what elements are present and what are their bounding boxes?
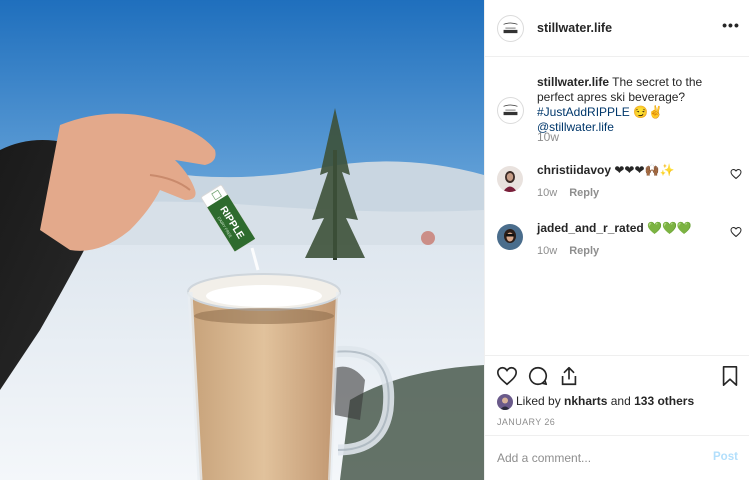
comment-bubble-icon[interactable] [527, 365, 549, 387]
stillwater-logo-icon [499, 99, 522, 122]
caption-text: stillwater.life The secret to the perfec… [537, 75, 742, 135]
commenter-avatar[interactable] [497, 166, 523, 192]
stillwater-logo-icon [499, 17, 522, 40]
caption-avatar[interactable] [497, 97, 524, 124]
comment-body: ❤❤❤🙌🏾✨ [611, 163, 675, 177]
more-options-icon[interactable]: ••• [721, 18, 741, 38]
comment-username[interactable]: jaded_and_r_rated [537, 221, 644, 235]
caption-hashtag[interactable]: #JustAddRIPPLE [537, 105, 630, 119]
profile-photo-icon [497, 224, 523, 250]
comment-time[interactable]: 10w [537, 187, 557, 199]
comment-username[interactable]: christiidavoy [537, 163, 611, 177]
comment-time[interactable]: 10w [537, 245, 557, 257]
commenter-avatar[interactable] [497, 224, 523, 250]
likes-others-link[interactable]: 133 others [634, 394, 694, 408]
profile-photo-icon [497, 166, 523, 192]
liker-username[interactable]: nkharts [564, 394, 607, 408]
liker-avatar[interactable] [497, 394, 513, 410]
comment-text: jaded_and_r_rated 💚💚💚 [537, 221, 692, 235]
likes-prefix: Liked by [516, 394, 565, 409]
like-comment-heart-icon[interactable] [730, 168, 742, 180]
post-comment-button[interactable]: Post [713, 451, 738, 463]
post-details-panel: stillwater.life ••• stillwater.life The … [484, 0, 749, 480]
comment-input[interactable] [497, 450, 697, 466]
post-photo[interactable]: RIPPLE DAIRY FREE [0, 0, 484, 480]
comment-item: jaded_and_r_rated 💚💚💚 10w Reply [485, 218, 749, 268]
like-comment-heart-icon[interactable] [730, 226, 742, 238]
add-comment-bar: Post [485, 435, 749, 480]
post-date[interactable]: JANUARY 26 [497, 417, 555, 427]
comment-text: christiidavoy ❤❤❤🙌🏾✨ [537, 163, 674, 177]
caption-emoji: 😏✌ [629, 105, 663, 119]
profile-photo-icon [497, 394, 513, 410]
share-icon[interactable] [558, 365, 580, 387]
photo-scene: RIPPLE DAIRY FREE [0, 0, 484, 480]
reply-button[interactable]: Reply [569, 245, 599, 257]
comment-body: 💚💚💚 [643, 221, 692, 235]
comment-meta: 10w Reply [537, 187, 599, 199]
like-heart-icon[interactable] [496, 365, 518, 387]
likes-middle: and [607, 394, 635, 409]
post-actions: Liked by nkharts and 133 others JANUARY … [485, 355, 749, 435]
likes-summary: Liked by nkharts and 133 others [497, 394, 694, 410]
author-avatar[interactable] [497, 15, 524, 42]
caption-username[interactable]: stillwater.life [537, 75, 609, 89]
post-header: stillwater.life ••• [485, 0, 749, 57]
caption-time[interactable]: 10w [537, 130, 559, 144]
reply-button[interactable]: Reply [569, 187, 599, 199]
save-bookmark-icon[interactable] [719, 365, 741, 387]
comment-item: christiidavoy ❤❤❤🙌🏾✨ 10w Reply [485, 160, 749, 210]
author-username[interactable]: stillwater.life [537, 21, 612, 35]
comment-meta: 10w Reply [537, 245, 599, 257]
